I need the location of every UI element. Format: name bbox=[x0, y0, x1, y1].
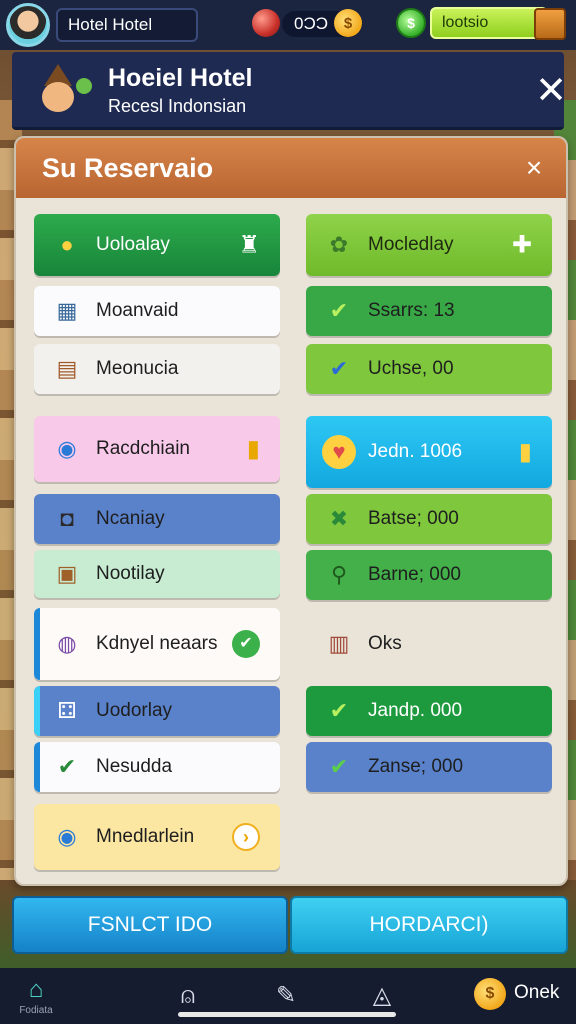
ticket-icon: ✎ bbox=[275, 982, 297, 1009]
suitcase-icon: ▣ bbox=[56, 561, 78, 586]
reservation-card-left-5[interactable]: ◘ Ncaniay bbox=[34, 494, 280, 544]
reservation-card-left-2[interactable]: ▦ Moanvaid bbox=[34, 286, 280, 336]
panel-header: Su Reservaio × bbox=[16, 138, 566, 198]
home-icon: ⌂ bbox=[28, 975, 44, 1003]
check-icon: ✔ bbox=[329, 698, 349, 723]
treasure-chest-icon[interactable] bbox=[534, 8, 566, 40]
flowers-icon: ✿ bbox=[329, 232, 349, 257]
reservation-card-left-3[interactable]: ▤ Meonucia bbox=[34, 344, 280, 394]
panel-close-icon[interactable]: × bbox=[516, 150, 552, 186]
reservation-card-right-3[interactable]: ✔ Uchse, 00 bbox=[306, 344, 552, 394]
bag-icon: ◍ bbox=[57, 631, 77, 656]
lock-icon: ▮ bbox=[246, 435, 260, 463]
card-label: Uchse, 00 bbox=[368, 358, 454, 379]
card-label: Moanvaid bbox=[96, 300, 179, 321]
secondary-action-button[interactable]: HORDARCI) bbox=[290, 896, 568, 954]
calendar-icon: ▦ bbox=[56, 298, 78, 323]
nav-home[interactable]: ⌂ Fodiata bbox=[6, 972, 66, 1020]
card-label: Jandp. 000 bbox=[368, 700, 463, 721]
hotel-subtitle: Recesl Indonsian bbox=[108, 96, 247, 116]
card-label: Ncaniay bbox=[96, 508, 165, 529]
lock-icon: ⍝ bbox=[180, 982, 196, 1009]
camera-icon: ◘ bbox=[60, 506, 74, 531]
reservation-card-left-6[interactable]: ▣ Nootilay bbox=[34, 550, 280, 598]
red-ball-icon bbox=[252, 9, 280, 37]
reservation-card-left-8[interactable]: ⚃ Uodorlay bbox=[34, 686, 280, 736]
reservation-card-left-10[interactable]: ◉ Mnedlarlein › bbox=[34, 804, 280, 870]
gem-icon[interactable]: $ bbox=[396, 8, 426, 38]
card-label: Uoloalay bbox=[96, 234, 170, 255]
check-icon: ✔ bbox=[329, 298, 349, 323]
reservation-card-right-8[interactable]: ✔ Jandp. 000 bbox=[306, 686, 552, 736]
reservation-card-left-1[interactable]: ● Uoloalay ♜ bbox=[34, 214, 280, 276]
card-label: Nesudda bbox=[96, 756, 173, 777]
key-icon: ⚲ bbox=[330, 562, 348, 587]
player-name[interactable]: Hotel Hotel bbox=[56, 8, 198, 42]
card-label: Zanse; 000 bbox=[368, 756, 464, 777]
card-label: Mocledlay bbox=[368, 234, 454, 255]
accent-bar bbox=[34, 686, 40, 736]
coin-icon[interactable]: $ bbox=[474, 978, 506, 1010]
player-avatar[interactable] bbox=[6, 3, 50, 47]
card-label: Ssarrs: 13 bbox=[368, 300, 455, 321]
lock-icon: ▮ bbox=[518, 438, 532, 466]
reservation-panel: Su Reservaio × ● Uoloalay ♜ ▦ Moanvaid ▤… bbox=[14, 136, 568, 886]
reservation-card-left-9[interactable]: ✔ Nesudda bbox=[34, 742, 280, 792]
card-label: Uodorlay bbox=[96, 700, 173, 721]
reservation-card-right-4[interactable]: ♥ Jedn. 1006 ▮ bbox=[306, 416, 552, 488]
card-label: Mnedlarlein bbox=[96, 826, 195, 847]
clipboard-icon: ▤ bbox=[56, 356, 78, 381]
reservation-card-left-4[interactable]: ◉ Racdchiain ▮ bbox=[34, 416, 280, 482]
accent-bar bbox=[34, 742, 40, 792]
panel-title: Su Reservaio bbox=[42, 152, 214, 183]
compass-icon: ◉ bbox=[57, 436, 77, 461]
card-label: Oks bbox=[368, 633, 402, 654]
check-box-icon: ✔ bbox=[329, 356, 349, 381]
compass-icon: ◬ bbox=[372, 982, 392, 1009]
reservation-card-right-6[interactable]: ⚲ Barne; 000 bbox=[306, 550, 552, 600]
reservation-card-right-2[interactable]: ✔ Ssarrs: 13 bbox=[306, 286, 552, 336]
reservation-card-right-7[interactable]: ▥ Oks bbox=[306, 608, 552, 680]
reservation-card-right-5[interactable]: ✖ Batse; 000 bbox=[306, 494, 552, 544]
card-label: Batse; 000 bbox=[368, 508, 459, 529]
plus-icon: ✚ bbox=[511, 231, 532, 259]
coin-icon[interactable]: $ bbox=[334, 9, 362, 37]
heart-icon: ♥ bbox=[322, 435, 356, 469]
reservation-card-right-1[interactable]: ✿ Mocledlay ✚ bbox=[306, 214, 552, 276]
notebook-icon: ▥ bbox=[328, 631, 350, 656]
star-icon: ✖ bbox=[329, 506, 349, 531]
card-label: Jedn. 1006 bbox=[368, 441, 463, 462]
check-box-icon: ✔ bbox=[57, 754, 77, 779]
card-label: Meonucia bbox=[96, 358, 179, 379]
card-label: Barne; 000 bbox=[368, 564, 461, 585]
close-icon[interactable]: ✕ bbox=[528, 68, 574, 114]
trophy-icon: ● bbox=[60, 232, 74, 257]
mascot-icon bbox=[28, 60, 92, 124]
primary-action-button[interactable]: FSNLCT IDO bbox=[12, 896, 288, 954]
nav-coin-label[interactable]: Onek bbox=[514, 982, 559, 1004]
nav-home-caption: Fodiata bbox=[19, 1004, 53, 1016]
card-label: Nootilay bbox=[96, 563, 165, 584]
card-label: Racdchiain bbox=[96, 438, 190, 459]
check-icon: ✔ bbox=[329, 754, 349, 779]
dice-icon: ⚃ bbox=[57, 698, 77, 723]
compass-icon: ◉ bbox=[57, 824, 77, 849]
hotel-title: Hoeiel Hotel bbox=[108, 64, 253, 92]
home-indicator bbox=[178, 1012, 396, 1017]
currency-pill[interactable]: lootsio bbox=[430, 7, 548, 39]
checkmark-icon: ✔ bbox=[232, 630, 260, 658]
reservation-card-right-9[interactable]: ✔ Zanse; 000 bbox=[306, 742, 552, 792]
card-label: Kdnyel neaars bbox=[96, 633, 218, 654]
chevron-right-icon: › bbox=[232, 823, 260, 851]
lock-icon: ♜ bbox=[238, 231, 260, 259]
accent-bar bbox=[34, 608, 40, 680]
hotel-banner: Hoeiel Hotel Recesl Indonsian ✕ bbox=[12, 52, 567, 130]
reservation-card-left-7[interactable]: ◍ Kdnyel neaars ✔ bbox=[34, 608, 280, 680]
